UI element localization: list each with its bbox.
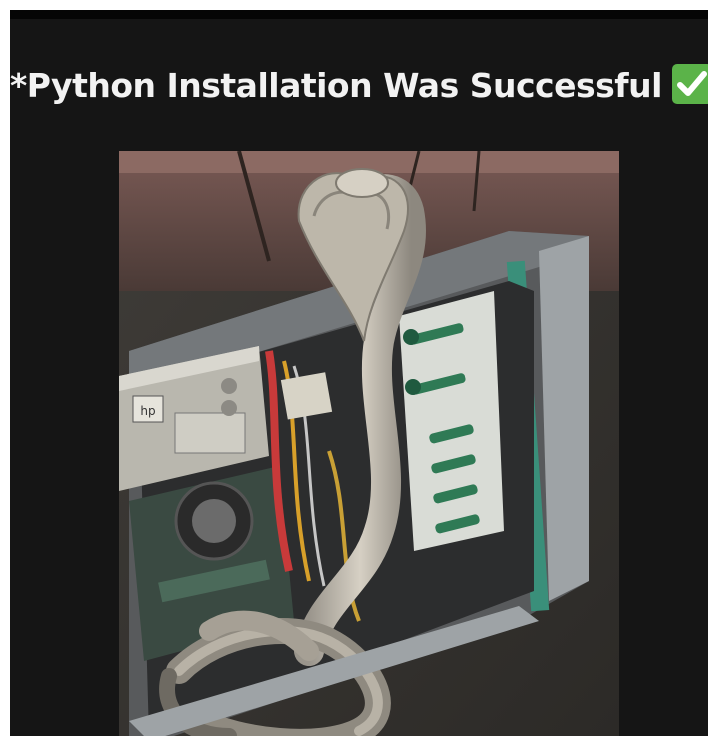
cobra-in-computer-photo: hp	[119, 151, 619, 736]
meme-caption: *Python Installation Was Successful	[10, 64, 708, 105]
caption-text: *Python Installation Was Successful	[10, 66, 662, 105]
top-bar	[10, 10, 708, 19]
meme-frame: *Python Installation Was Successful hp	[10, 10, 708, 736]
svg-text:hp: hp	[140, 404, 155, 418]
check-mark-button-icon	[671, 64, 708, 104]
